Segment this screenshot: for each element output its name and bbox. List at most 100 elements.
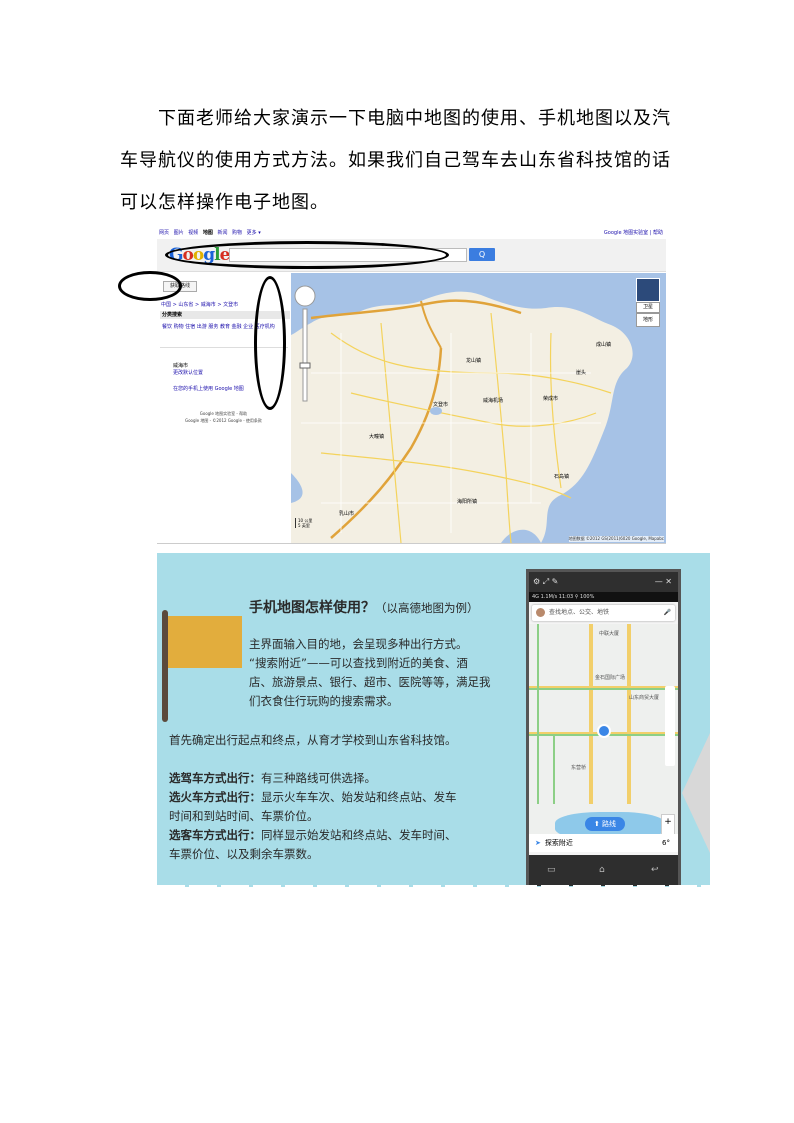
place-label-1: 中联大厦 — [599, 631, 620, 637]
footer-line-2[interactable]: Google 地图 - ©2012 Google - 使用条款 — [185, 417, 262, 424]
map-drawing — [291, 273, 666, 543]
map-road — [553, 734, 555, 804]
map-label-rongcheng: 荣成市 — [543, 396, 559, 402]
back-icon[interactable]: ↩ — [651, 865, 659, 875]
avatar[interactable] — [536, 608, 545, 617]
nav-images[interactable]: 图片 — [174, 230, 184, 236]
google-top-nav: 网页 图片 视频 地图 新闻 购物 更多 ▾ — [159, 229, 264, 236]
city-name: 威海市 — [173, 363, 189, 369]
labs-help-links[interactable]: Google 地图实验室 | 帮助 — [604, 229, 663, 236]
mic-icon[interactable]: 🎤 — [664, 605, 671, 621]
breadcrumb[interactable]: 中国 > 山东省 > 威海市 > 文登市 — [161, 301, 238, 308]
google-maps-screenshot: 网页 图片 视频 地图 新闻 购物 更多 ▾ Google 地图实验室 | 帮助… — [157, 227, 666, 544]
map-label-chengshan: 成山镇 — [596, 342, 612, 348]
change-location-link[interactable]: 更改默认位置 — [173, 370, 203, 377]
train-label: 选火车方式出行： — [169, 790, 261, 804]
place-label-4: 东营桥 — [571, 765, 587, 771]
slide-intro-1: 主界面输入目的地，会呈现多种出行方式。 — [249, 637, 468, 651]
map-road — [627, 624, 631, 804]
flag-banner — [168, 616, 242, 668]
annotation-oval-directions — [118, 271, 182, 301]
bus-option: 选客车方式出行：同样显示始发站和终点站、发车时间、 — [169, 826, 457, 845]
amap-slide: 手机地图怎样使用？（以高德地图为例） 主界面输入目的地，会呈现多种出行方式。 “… — [157, 553, 710, 887]
map-copyright: 地图数据 ©2012 GS(2011)6020 Google, Mapabc — [568, 536, 664, 542]
nav-shopping[interactable]: 购物 — [232, 230, 242, 236]
android-nav-bar: ▭ ⌂ ↩ — [529, 855, 678, 886]
slide-title-note: （以高德地图为例） — [375, 601, 479, 615]
paragraph-line-1: 下面老师给大家演示一下电脑中地图的使用、手机地图以及汽 — [158, 108, 671, 129]
recent-apps-icon[interactable]: ▭ — [547, 865, 556, 875]
map-label-longshan: 龙山镇 — [466, 358, 482, 364]
nav-video[interactable]: 视频 — [188, 230, 198, 236]
intro-paragraph: 下面老师给大家演示一下电脑中地图的使用、手机地图以及汽 车导航仪的使用方式方法。… — [120, 98, 680, 224]
place-label-3: 山东商贸大厦 — [629, 695, 660, 701]
map-tools[interactable] — [665, 686, 675, 766]
zoom-in-button[interactable]: + — [662, 815, 674, 830]
map-label-wendeng: 文登市 — [433, 402, 449, 408]
phone-search-placeholder: 查找地点、公交、地铁 — [549, 609, 610, 616]
city-block: 威海市 更改默认位置 — [173, 363, 203, 377]
search-button[interactable]: Q — [469, 248, 495, 261]
explore-nearby-bar[interactable]: ➤ 探索附近 6° — [529, 834, 678, 852]
annotation-oval-zoom — [254, 276, 286, 410]
slide-intro-2: “搜索附近”——可以查找到附近的美食、酒 — [249, 656, 468, 670]
place-label-2: 金石国际广场 — [595, 675, 626, 681]
map-label-datuan: 大疃镇 — [369, 434, 385, 440]
search-icon: Q — [478, 250, 486, 259]
terrain-button[interactable]: 地形 — [636, 313, 660, 327]
nav-more[interactable]: 更多 ▾ — [247, 230, 261, 236]
explore-nearby-label: 探索附近 — [544, 839, 573, 847]
mobile-link[interactable]: 在您的手机上使用 Google 地图 — [173, 385, 244, 392]
route-label: 路线 — [602, 820, 617, 828]
satellite-button[interactable]: 卫星 — [636, 302, 660, 313]
bus-text-1: 同样显示始发站和终点站、发车时间、 — [261, 828, 457, 842]
map-canvas[interactable]: 文登市 乳山市 荣成市 威海机场 石岛镇 海阳所镇 龙山镇 崖头 成山镇 大疃镇… — [291, 273, 666, 543]
map-road — [589, 624, 593, 804]
map-label-airport: 威海机场 — [483, 398, 504, 404]
scale-bar: 10 公里 5 英里 — [295, 518, 312, 528]
send-icon: ➤ — [535, 839, 541, 847]
annotation-oval-searchbox — [165, 241, 449, 269]
nav-web[interactable]: 网页 — [159, 230, 169, 236]
footer-line-1[interactable]: Google 地图实验室 - 帮助 — [185, 410, 262, 417]
map-road — [537, 624, 539, 804]
settings-icon[interactable]: ⚙ — [533, 577, 540, 586]
train-text-1: 显示火车车次、始发站和终点站、发车 — [261, 790, 457, 804]
route-button[interactable]: ⬆ 路线 — [585, 817, 625, 831]
home-icon[interactable]: ⌂ — [599, 865, 605, 875]
dashed-border — [157, 885, 710, 887]
nav-maps[interactable]: 地图 — [203, 230, 213, 236]
phone-status-bar: 4G 1.1M/s 11:03 ⚲ 100% — [529, 592, 678, 602]
bus-text-2: 车票价位、以及剩余车票数。 — [169, 847, 319, 861]
slide-intro-3: 店、旅游景点、银行、超市、医院等等，满足我 — [249, 675, 491, 689]
car-label: 选驾车方式出行： — [169, 771, 261, 785]
slide-step: 首先确定出行起点和终点，从育才学校到山东省科技馆。 — [169, 733, 457, 747]
scale-mi: 5 英里 — [298, 523, 310, 528]
slide-title-main: 手机地图怎样使用？ — [249, 600, 375, 616]
phone-map[interactable]: 中联大厦 金石国际广场 山东商贸大厦 东营桥 ⬆ 路线 + − — [529, 624, 678, 834]
nav-news[interactable]: 新闻 — [217, 230, 227, 236]
sidebar-footer: Google 地图实验室 - 帮助 Google 地图 - ©2012 Goog… — [185, 410, 262, 424]
close-icon[interactable]: — ✕ — [655, 572, 672, 592]
map-label-yatou: 崖头 — [576, 370, 587, 376]
paragraph-line-2: 车导航仪的使用方式方法。如果我们自己驾车去山东省科技馆的话 — [120, 150, 671, 171]
satellite-thumbnail[interactable] — [636, 278, 660, 302]
car-option: 选驾车方式出行：有三种路线可供选择。 — [169, 769, 376, 788]
map-label-rushan: 乳山市 — [339, 511, 355, 517]
decorative-triangle — [682, 733, 710, 853]
location-marker — [597, 724, 611, 738]
map-label-haiyangsuo: 海阳所镇 — [457, 499, 478, 505]
map-road — [529, 688, 678, 690]
train-text-2: 时间和到站时间、车票价位。 — [169, 809, 319, 823]
phone-search-bar[interactable]: 查找地点、公交、地铁 🎤 — [532, 605, 675, 621]
paragraph-line-3: 可以怎样操作电子地图。 — [120, 192, 329, 213]
zoom-control[interactable]: + − — [661, 814, 675, 834]
expand-icon[interactable]: ⤢ — [543, 577, 549, 586]
edit-icon[interactable]: ✎ — [552, 577, 559, 586]
slide-intro-4: 们衣食住行玩购的搜索需求。 — [249, 694, 399, 708]
weather-temp: 6° — [662, 839, 670, 847]
bus-label: 选客车方式出行： — [169, 828, 261, 842]
car-text: 有三种路线可供选择。 — [261, 771, 376, 785]
map-label-shidao: 石岛镇 — [554, 474, 570, 480]
phone-screenshot: ⚙ ⤢ ✎ — ✕ 4G 1.1M/s 11:03 ⚲ 100% 查找地点、公交… — [526, 569, 681, 886]
